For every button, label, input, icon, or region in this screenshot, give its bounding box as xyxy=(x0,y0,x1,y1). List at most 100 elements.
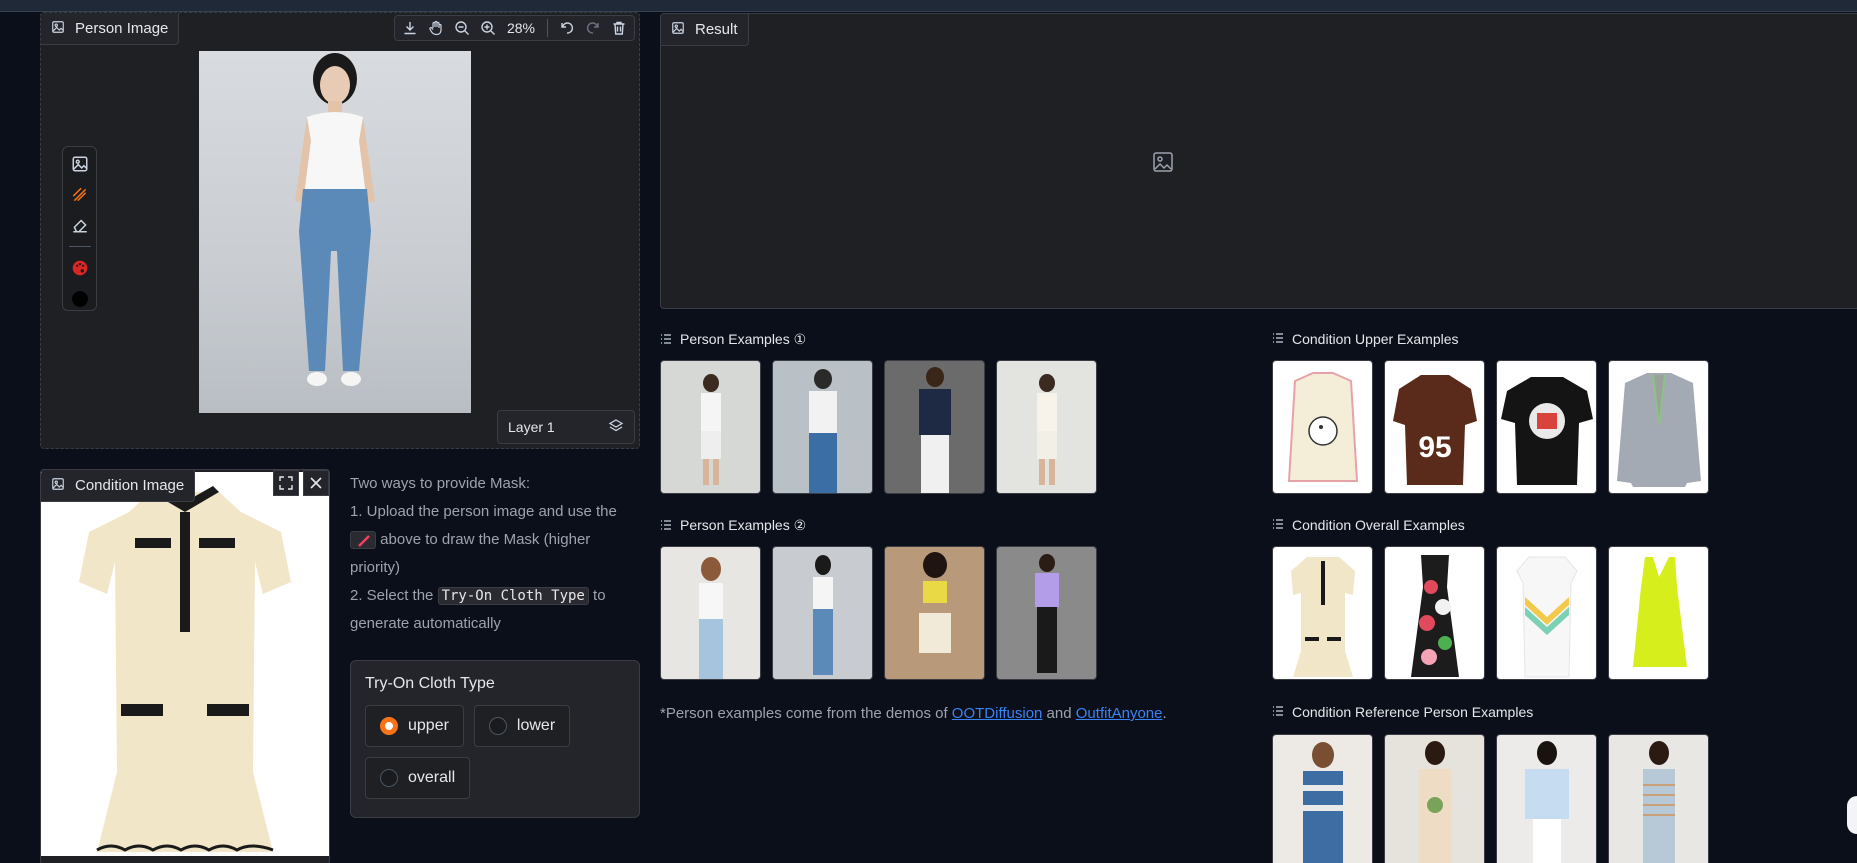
cloth-type-title: Try-On Cloth Type xyxy=(365,675,495,692)
garment-illustration xyxy=(1516,556,1578,678)
condition-upper-examples-label: Condition Upper Examples xyxy=(1272,331,1459,347)
list-icon xyxy=(1272,517,1284,533)
fullscreen-icon[interactable] xyxy=(273,470,299,496)
person-example-thumbnail[interactable] xyxy=(660,360,761,494)
radio-overall-label: overall xyxy=(408,769,456,786)
condition-overall-examples-label: Condition Overall Examples xyxy=(1272,517,1465,533)
garment-illustration: 95 xyxy=(1393,375,1477,485)
radio-upper[interactable]: upper xyxy=(365,705,464,747)
person-image-label-box: Person Image xyxy=(41,13,180,45)
tools-divider xyxy=(68,246,91,248)
person-figure xyxy=(295,53,375,386)
example-figure xyxy=(699,557,723,679)
instructions-step1-text: above to draw the Mask (higher priority) xyxy=(350,531,591,576)
trash-icon[interactable] xyxy=(608,17,630,39)
condition-example-thumbnail[interactable] xyxy=(1384,546,1485,680)
condition-reference-examples-title: Condition Reference Person Examples xyxy=(1292,704,1534,720)
hand-icon[interactable] xyxy=(425,17,447,39)
mask-instructions: Two ways to provide Mask: 1. Upload the … xyxy=(350,470,640,638)
garment-illustration xyxy=(1633,557,1687,667)
condition-image-label-box: Condition Image xyxy=(41,470,196,502)
example-figure xyxy=(701,374,721,485)
condition-example-thumbnail[interactable] xyxy=(1496,360,1597,494)
list-icon xyxy=(1272,704,1284,720)
floating-handle[interactable] xyxy=(1847,796,1857,834)
instructions-step2-prefix: 2. Select the xyxy=(350,587,434,604)
eraser-icon[interactable] xyxy=(67,214,93,236)
instructions-heading: Two ways to provide Mask: xyxy=(350,475,531,492)
condition-example-thumbnail[interactable] xyxy=(1608,360,1709,494)
reference-person-thumbnail[interactable] xyxy=(1272,734,1373,863)
credit-suffix: . xyxy=(1162,705,1167,722)
result-title: Result xyxy=(695,21,738,38)
condition-example-thumbnail[interactable] xyxy=(1496,546,1597,680)
condition-reference-examples-label: Condition Reference Person Examples xyxy=(1272,704,1533,720)
layer-selector[interactable]: Layer 1 xyxy=(497,410,635,444)
dress-illustration xyxy=(79,486,291,852)
cloth-type-code: Try-On Cloth Type xyxy=(437,587,589,605)
person-image-panel[interactable]: Person Image 28% Layer 1 xyxy=(40,12,640,449)
person-example-thumbnail[interactable] xyxy=(772,546,873,680)
example-figure xyxy=(1419,741,1451,863)
person-example-thumbnail[interactable] xyxy=(660,546,761,680)
reference-person-thumbnail[interactable] xyxy=(1608,734,1709,863)
redo-icon[interactable] xyxy=(582,17,604,39)
condition-image-panel[interactable]: Condition Image xyxy=(40,469,330,863)
person-examples-2-title: Person Examples ② xyxy=(680,517,807,533)
radio-upper-label: upper xyxy=(408,717,449,734)
example-figure xyxy=(809,369,837,493)
reference-person-thumbnail[interactable] xyxy=(1384,734,1485,863)
instructions-step2: 2. Select the Try-On Cloth Type to gener… xyxy=(350,582,640,638)
layers-icon[interactable] xyxy=(608,418,624,437)
download-icon[interactable] xyxy=(399,17,421,39)
example-figure xyxy=(1643,741,1675,863)
palette-icon[interactable] xyxy=(67,257,93,279)
radio-overall[interactable]: overall xyxy=(365,757,471,799)
credit-prefix: *Person examples come from the demos of xyxy=(660,705,952,722)
brush-icon[interactable] xyxy=(67,183,93,205)
image-icon xyxy=(51,20,65,38)
condition-example-thumbnail[interactable] xyxy=(1272,546,1373,680)
brush-color-swatch[interactable] xyxy=(67,288,93,310)
brush-icon xyxy=(350,531,376,550)
app-root: Person Image 28% Layer 1 Condition Image… xyxy=(0,0,1857,863)
example-figure xyxy=(813,555,833,675)
radio-indicator xyxy=(380,769,398,787)
person-image-title: Person Image xyxy=(75,20,169,37)
condition-example-thumbnail[interactable] xyxy=(1272,360,1373,494)
example-figure xyxy=(1525,741,1569,863)
garment-illustration xyxy=(1291,557,1355,677)
image-editor-toolbar: 28% xyxy=(393,15,635,41)
result-label-box: Result xyxy=(661,14,749,46)
zoom-out-icon[interactable] xyxy=(451,17,473,39)
drawing-tools xyxy=(62,146,97,311)
outfitanyone-link[interactable]: OutfitAnyone xyxy=(1076,705,1163,722)
person-example-thumbnail[interactable] xyxy=(996,546,1097,680)
layer-name: Layer 1 xyxy=(508,419,555,435)
condition-example-thumbnail[interactable] xyxy=(1608,546,1709,680)
close-icon[interactable] xyxy=(303,470,329,496)
image-icon xyxy=(671,21,685,39)
toolbar-divider xyxy=(547,19,548,37)
condition-overall-examples-title: Condition Overall Examples xyxy=(1292,517,1465,533)
ootdiffusion-link[interactable]: OOTDiffusion xyxy=(952,705,1043,722)
undo-icon[interactable] xyxy=(556,17,578,39)
cloth-type-options: upper lower overall xyxy=(365,705,625,799)
zoom-in-icon[interactable] xyxy=(477,17,499,39)
example-figure xyxy=(919,552,951,653)
person-example-thumbnail[interactable] xyxy=(884,360,985,494)
person-example-thumbnail[interactable] xyxy=(996,360,1097,494)
reference-person-thumbnail[interactable] xyxy=(1496,734,1597,863)
condition-image-actions xyxy=(273,470,329,496)
list-icon xyxy=(1272,331,1284,347)
garment-illustration xyxy=(1617,373,1701,487)
image-icon xyxy=(51,477,65,495)
example-figure xyxy=(1035,554,1059,673)
radio-indicator xyxy=(488,717,507,735)
condition-example-thumbnail[interactable]: 95 xyxy=(1384,360,1485,494)
person-example-thumbnail[interactable] xyxy=(772,360,873,494)
image-icon[interactable] xyxy=(67,153,93,175)
cloth-type-group: Try-On Cloth Type upper lower overall xyxy=(350,660,640,818)
person-example-thumbnail[interactable] xyxy=(884,546,985,680)
radio-lower[interactable]: lower xyxy=(473,705,571,747)
